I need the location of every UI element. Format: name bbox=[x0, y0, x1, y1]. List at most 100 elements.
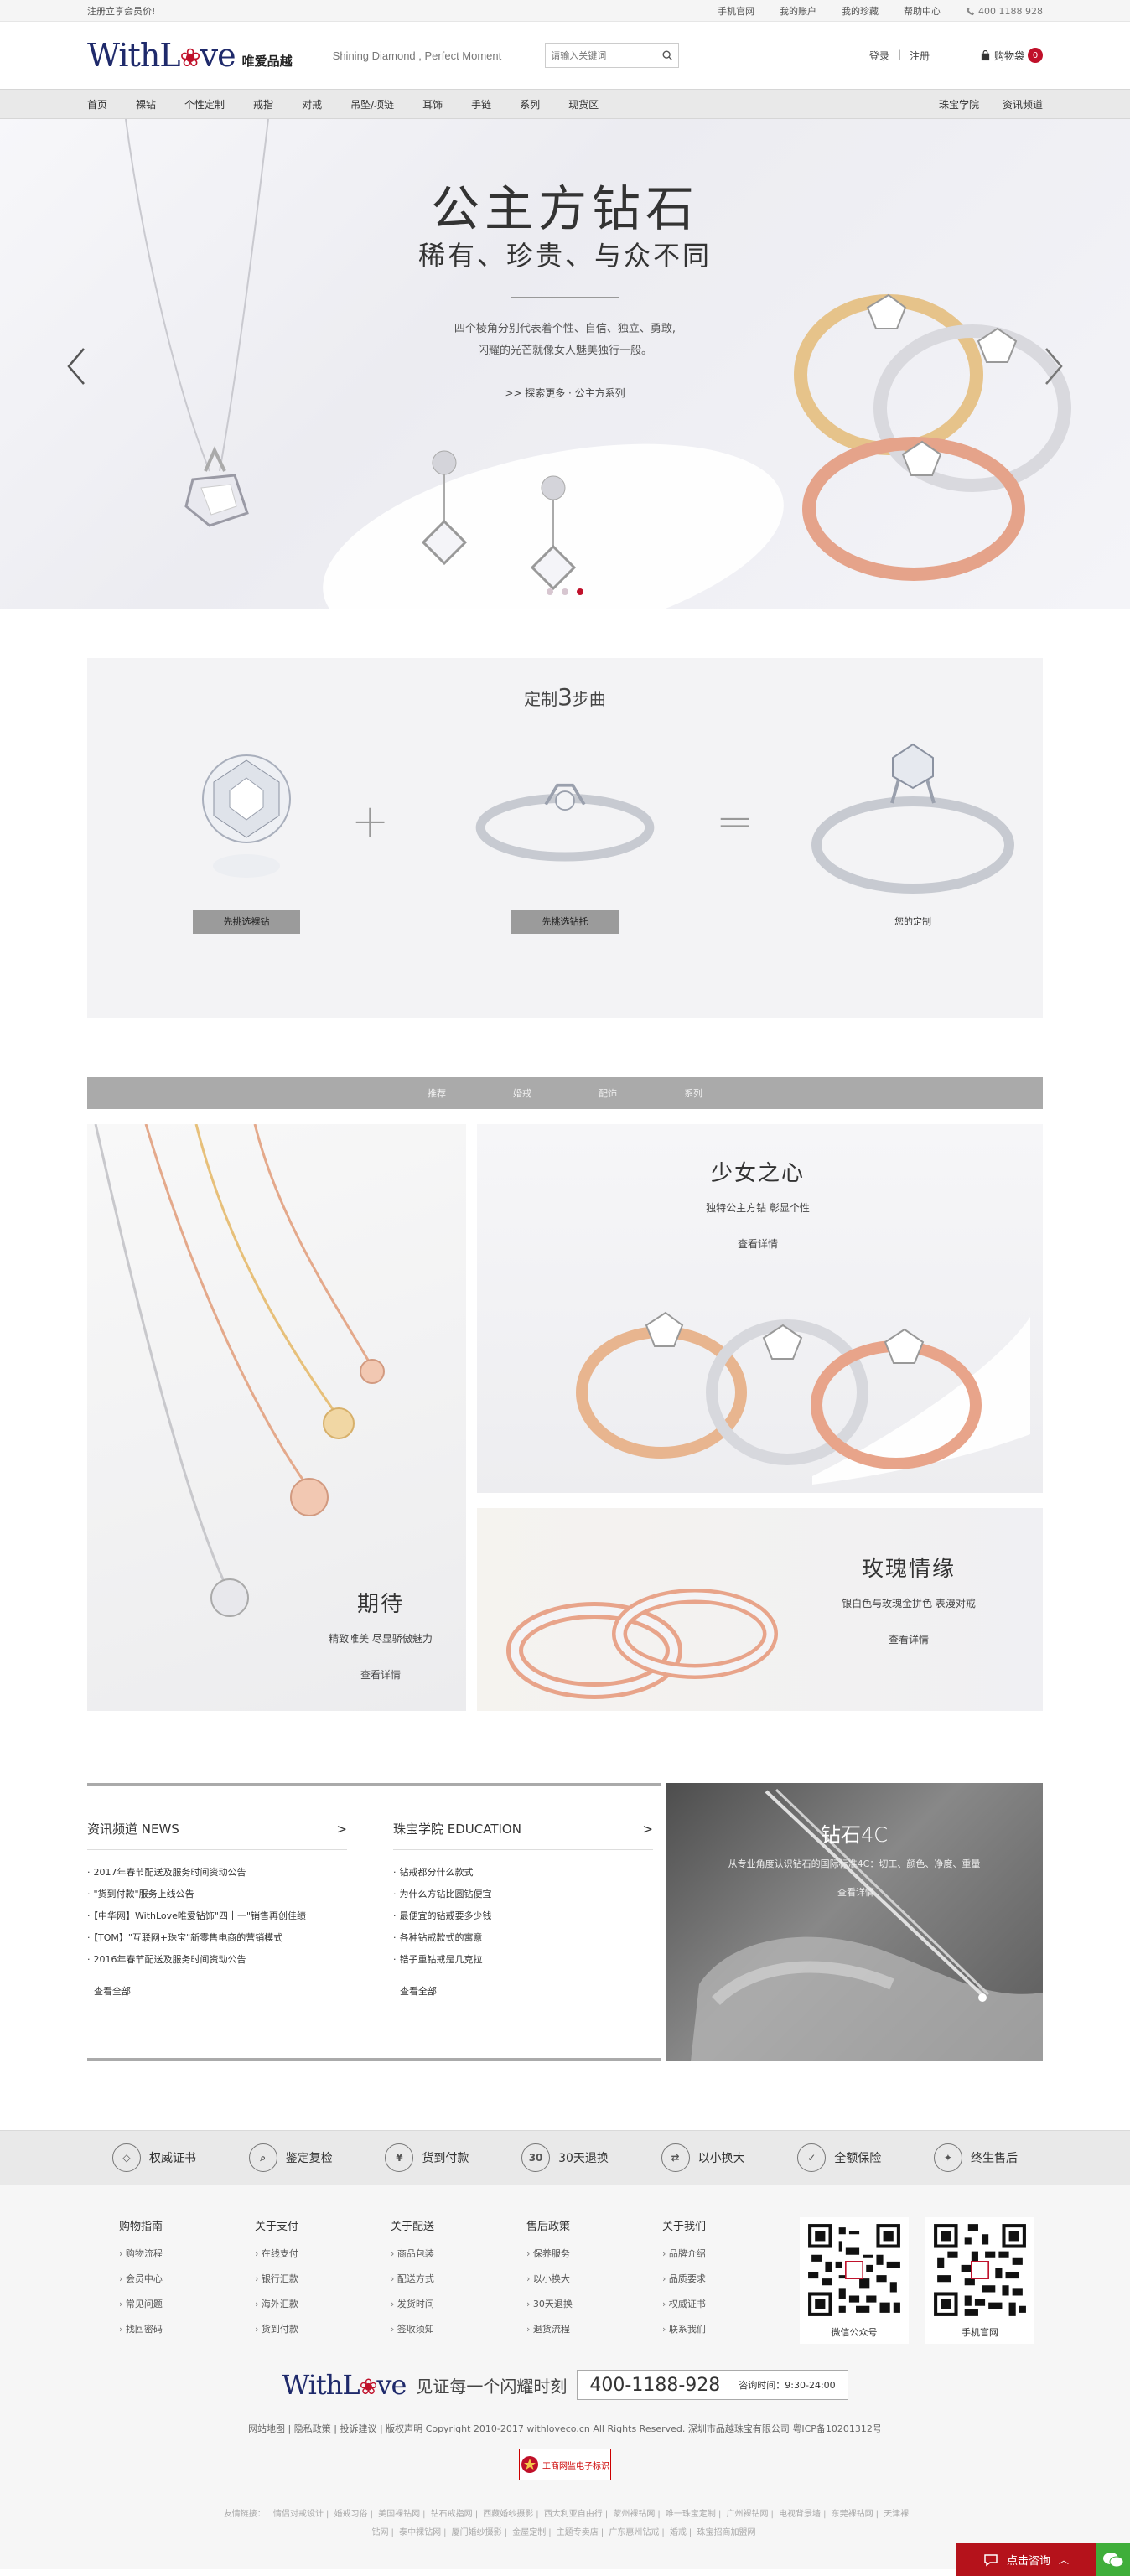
nav-item-jewelry-academy[interactable]: 珠宝学院 bbox=[939, 97, 979, 111]
education-item[interactable]: 各种钻戒款式的寓意 bbox=[393, 1927, 678, 1949]
friend-link[interactable]: 美国裸钻网 bbox=[378, 2510, 420, 2519]
mobile-qr[interactable]: 手机官网 bbox=[925, 2217, 1034, 2344]
friend-link[interactable]: 西大利亚自由行 bbox=[544, 2510, 603, 2519]
footer-link[interactable]: 30天退换 bbox=[526, 2292, 573, 2317]
login-link[interactable]: 登录 bbox=[869, 49, 889, 63]
footer-link[interactable]: 签收须知 bbox=[391, 2317, 434, 2342]
select-setting-button[interactable]: 先挑选钻托 bbox=[511, 910, 619, 934]
nav-item-series[interactable]: 系列 bbox=[520, 97, 540, 111]
nav-item-bracelets[interactable]: 手链 bbox=[471, 97, 491, 111]
banner-dot-2[interactable] bbox=[562, 588, 568, 595]
friend-link[interactable]: 蒙州裸钻网 bbox=[613, 2510, 655, 2519]
news-item[interactable]: 2016年春节配送及服务时间资动公告 bbox=[87, 1949, 372, 1971]
brand-logo[interactable]: With L ❀ ve 唯爱品越 bbox=[87, 39, 293, 71]
friend-link[interactable]: 金屋定制 bbox=[512, 2528, 546, 2537]
nav-item-news-channel[interactable]: 资讯频道 bbox=[1003, 97, 1043, 111]
select-diamond-button[interactable]: 先挑选裸钻 bbox=[193, 910, 300, 934]
service-30-days[interactable]: 30 30天退换 bbox=[521, 2143, 609, 2172]
register-promo-link[interactable]: 注册立享会员价! bbox=[87, 4, 155, 18]
friend-link[interactable]: 主题专卖店 bbox=[557, 2528, 599, 2537]
footer-link[interactable]: 货到付款 bbox=[255, 2317, 298, 2342]
product-card-rose[interactable]: 玫瑰情缘 银白色与玫瑰金拼色 表漫对戒 查看详情 bbox=[477, 1508, 1043, 1711]
tab-recommend[interactable]: 推荐 bbox=[428, 1086, 446, 1100]
banner-dot-3[interactable] bbox=[577, 588, 583, 595]
footer-logo[interactable]: With L ❀ ve bbox=[282, 2371, 407, 2398]
search-input[interactable] bbox=[551, 49, 662, 61]
hero-banner[interactable]: 公主方钻石 稀有、珍贵、与众不同 四个棱角分别代表着个性、自信、独立、勇敢, 闪… bbox=[0, 119, 1130, 609]
help-center-link[interactable]: 帮助中心 bbox=[904, 4, 941, 18]
nav-item-earrings[interactable]: 耳饰 bbox=[422, 97, 443, 111]
footer-link[interactable]: 在线支付 bbox=[255, 2242, 298, 2267]
education-header[interactable]: 珠宝学院 EDUCATION > bbox=[393, 1820, 653, 1850]
friend-link[interactable]: 东莞裸钻网 bbox=[832, 2510, 873, 2519]
friend-link[interactable]: 厦门婚纱摄影 bbox=[452, 2528, 502, 2537]
nav-item-pendants[interactable]: 吊坠/项链 bbox=[350, 97, 394, 111]
my-account-link[interactable]: 我的账户 bbox=[780, 4, 816, 18]
tab-series[interactable]: 系列 bbox=[684, 1086, 702, 1100]
product-card-necklace[interactable]: 期待 精致唯美 尽显骄傲魅力 查看详情 bbox=[87, 1124, 466, 1711]
rose-details-link[interactable]: 查看详情 bbox=[808, 1632, 1009, 1646]
service-cod[interactable]: ¥ 货到付款 bbox=[385, 2143, 469, 2172]
nav-item-home[interactable]: 首页 bbox=[87, 97, 107, 111]
news-item[interactable]: "货到付款"服务上线公告 bbox=[87, 1884, 372, 1905]
footer-link[interactable]: 购物流程 bbox=[119, 2242, 163, 2267]
footer-link[interactable]: 银行汇款 bbox=[255, 2267, 298, 2292]
news-view-all-link[interactable]: 查看全部 bbox=[94, 1984, 372, 1998]
friend-link[interactable]: 钻石戒指网 bbox=[431, 2510, 473, 2519]
news-item[interactable]: 【中华网】WithLove唯爱钻饰"四十一"销售再创佳绩 bbox=[87, 1905, 372, 1927]
friend-link[interactable]: 情侣对戒设计 bbox=[273, 2510, 324, 2519]
service-insurance[interactable]: ✓ 全额保险 bbox=[797, 2143, 881, 2172]
friend-link[interactable]: 婚戒习俗 bbox=[334, 2510, 368, 2519]
education-item[interactable]: 锆子重钻戒是几克拉 bbox=[393, 1949, 678, 1971]
news-header[interactable]: 资讯频道 NEWS > bbox=[87, 1820, 347, 1850]
footer-link[interactable]: 品质要求 bbox=[662, 2267, 706, 2292]
product-card-princess[interactable]: 少女之心 独特公主方钻 彰显个性 查看详情 bbox=[477, 1124, 1043, 1493]
my-favorites-link[interactable]: 我的珍藏 bbox=[842, 4, 879, 18]
register-link[interactable]: 注册 bbox=[910, 49, 930, 63]
footer-link[interactable]: 发货时间 bbox=[391, 2292, 434, 2317]
footer-link[interactable]: 以小换大 bbox=[526, 2267, 573, 2292]
friend-link[interactable]: 婚戒 bbox=[670, 2528, 687, 2537]
education-item[interactable]: 为什么方钻比圆钻便宜 bbox=[393, 1884, 678, 1905]
banner-explore-link[interactable]: >> 探索更多 · 公主方系列 bbox=[0, 386, 1130, 400]
banner-dot-1[interactable] bbox=[547, 588, 553, 595]
diamond-4c-card[interactable]: 钻石4C 从专业角度认识钻石的国际标准4C：切工、颜色、净度、重量 查看详情 bbox=[666, 1783, 1043, 2061]
friend-link[interactable]: 珠宝招商加盟网 bbox=[697, 2528, 755, 2537]
nav-item-couple-rings[interactable]: 对戒 bbox=[302, 97, 322, 111]
friend-link[interactable]: 唯一珠宝定制 bbox=[666, 2510, 716, 2519]
diamond-4c-details-link[interactable]: 查看详情 bbox=[837, 1885, 874, 1899]
friend-link[interactable]: 西藏婚纱摄影 bbox=[483, 2510, 533, 2519]
education-item[interactable]: 钻戒都分什么款式 bbox=[393, 1862, 678, 1884]
footer-link[interactable]: 海外汇款 bbox=[255, 2292, 298, 2317]
footer-link[interactable]: 保养服务 bbox=[526, 2242, 573, 2267]
nav-item-in-stock[interactable]: 现货区 bbox=[568, 97, 599, 111]
footer-link[interactable]: 找回密码 bbox=[119, 2317, 163, 2342]
icp-badge[interactable]: 工商网监电子标识 bbox=[519, 2449, 611, 2480]
education-item[interactable]: 最便宜的钻戒要多少钱 bbox=[393, 1905, 678, 1927]
nav-item-custom[interactable]: 个性定制 bbox=[184, 97, 225, 111]
chevron-left-icon[interactable] bbox=[64, 345, 89, 387]
wechat-qr[interactable]: 微信公众号 bbox=[800, 2217, 909, 2344]
nav-item-loose-diamond[interactable]: 裸钻 bbox=[136, 97, 156, 111]
chevron-right-icon[interactable] bbox=[1041, 345, 1066, 387]
nav-item-rings[interactable]: 戒指 bbox=[253, 97, 273, 111]
tab-wedding-rings[interactable]: 婚戒 bbox=[513, 1086, 531, 1100]
service-certificate[interactable]: ◇ 权威证书 bbox=[112, 2143, 196, 2172]
footer-link[interactable]: 会员中心 bbox=[119, 2267, 163, 2292]
news-more-arrow[interactable]: > bbox=[336, 1822, 347, 1837]
mobile-site-link[interactable]: 手机官网 bbox=[718, 4, 754, 18]
education-more-arrow[interactable]: > bbox=[642, 1822, 653, 1837]
consult-button[interactable]: 点击咨询 ︿ bbox=[956, 2543, 1096, 2576]
news-item[interactable]: 2017年春节配送及服务时间资动公告 bbox=[87, 1862, 372, 1884]
education-view-all-link[interactable]: 查看全部 bbox=[400, 1984, 678, 1998]
tab-accessories[interactable]: 配饰 bbox=[599, 1086, 617, 1100]
footer-link[interactable]: 退货流程 bbox=[526, 2317, 573, 2342]
princess-details-link[interactable]: 查看详情 bbox=[674, 1236, 842, 1251]
friend-link[interactable]: 泰中裸钻网 bbox=[399, 2528, 441, 2537]
friend-link[interactable]: 广东惠州钻戒 bbox=[609, 2528, 659, 2537]
necklace-details-link[interactable]: 查看详情 bbox=[305, 1667, 456, 1682]
footer-link[interactable]: 常见问题 bbox=[119, 2292, 163, 2317]
friend-link[interactable]: 电视背景墙 bbox=[779, 2510, 821, 2519]
footer-link[interactable]: 品牌介绍 bbox=[662, 2242, 706, 2267]
service-trade-up[interactable]: ⇄ 以小换大 bbox=[661, 2143, 745, 2172]
